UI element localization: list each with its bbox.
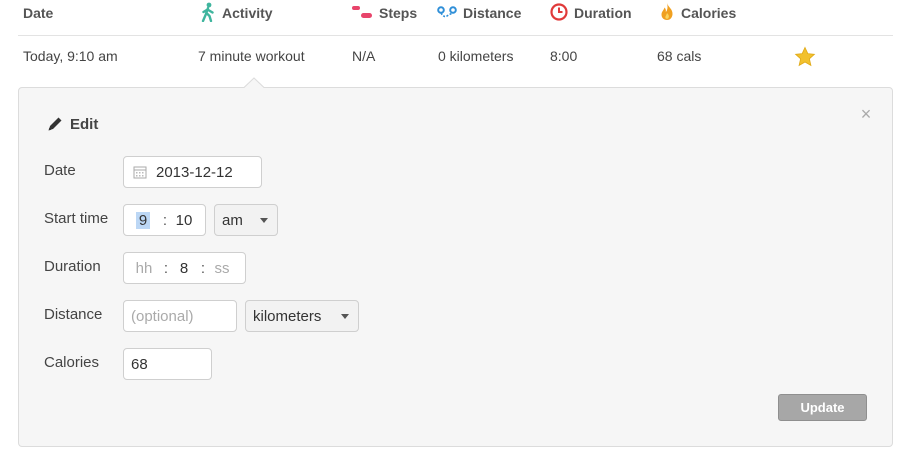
date-value: 2013-12-12: [156, 163, 233, 181]
column-date[interactable]: Date: [23, 3, 53, 23]
start-hour[interactable]: 9: [136, 211, 150, 229]
chevron-down-icon: [341, 314, 349, 319]
date-label: Date: [44, 162, 76, 179]
calories-input[interactable]: 68: [123, 348, 212, 380]
distance-unit-select[interactable]: kilometers: [245, 300, 359, 332]
ampm-value: am: [222, 211, 243, 229]
column-activity[interactable]: Activity: [200, 2, 273, 25]
clock-icon: [550, 2, 568, 24]
start-time-field[interactable]: 9 : 10: [123, 204, 206, 236]
route-icon: [437, 5, 457, 22]
start-minute[interactable]: 10: [173, 212, 195, 229]
table-header: Date Activity Steps Distance Duration Ca…: [0, 0, 907, 36]
edit-heading: Edit: [46, 115, 98, 133]
column-date-label: Date: [23, 5, 54, 21]
duration-field[interactable]: hh : 8 : ss: [123, 252, 246, 284]
calories-label: Calories: [44, 354, 100, 371]
row-activity: 7 minute workout: [198, 48, 305, 64]
footsteps-icon: [351, 5, 373, 22]
column-activity-label: Activity: [222, 5, 273, 21]
date-field[interactable]: 2013-12-12: [123, 156, 262, 188]
column-distance[interactable]: Distance: [437, 3, 521, 23]
panel-pointer: [243, 77, 265, 89]
row-steps: N/A: [352, 48, 376, 64]
duration-minutes[interactable]: 8: [177, 260, 191, 277]
row-calories: 68 cals: [657, 48, 702, 64]
distance-input[interactable]: (optional): [123, 300, 237, 332]
distance-unit-value: kilometers: [253, 307, 322, 325]
column-calories[interactable]: Calories: [659, 3, 736, 23]
walking-person-icon: [200, 2, 216, 25]
edit-title: Edit: [70, 115, 99, 133]
duration-label: Duration: [44, 258, 101, 275]
ampm-select[interactable]: am: [214, 204, 278, 236]
close-icon[interactable]: ×: [855, 104, 877, 124]
calendar-icon: [133, 166, 147, 179]
column-calories-label: Calories: [681, 5, 737, 21]
flame-icon: [659, 2, 675, 24]
duration-separator: :: [200, 259, 206, 277]
update-button[interactable]: Update: [778, 394, 867, 421]
start-time-label: Start time: [44, 210, 109, 227]
pencil-icon: [48, 117, 62, 131]
duration-separator: :: [163, 259, 169, 277]
duration-hours[interactable]: hh: [133, 260, 155, 277]
star-icon[interactable]: [793, 45, 817, 69]
column-steps-label: Steps: [379, 5, 418, 21]
time-separator: :: [162, 211, 168, 229]
row-distance: 0 kilometers: [438, 48, 514, 64]
header-divider: [18, 35, 893, 36]
distance-label: Distance: [44, 306, 103, 323]
duration-seconds[interactable]: ss: [213, 260, 231, 277]
column-duration[interactable]: Duration: [550, 2, 632, 24]
column-steps[interactable]: Steps: [351, 3, 417, 23]
row-date: Today, 9:10 am: [23, 48, 118, 64]
column-distance-label: Distance: [463, 5, 522, 21]
column-duration-label: Duration: [574, 5, 632, 21]
distance-placeholder: (optional): [131, 307, 194, 325]
calories-value: 68: [131, 355, 148, 373]
chevron-down-icon: [260, 218, 268, 223]
row-duration: 8:00: [550, 48, 578, 64]
